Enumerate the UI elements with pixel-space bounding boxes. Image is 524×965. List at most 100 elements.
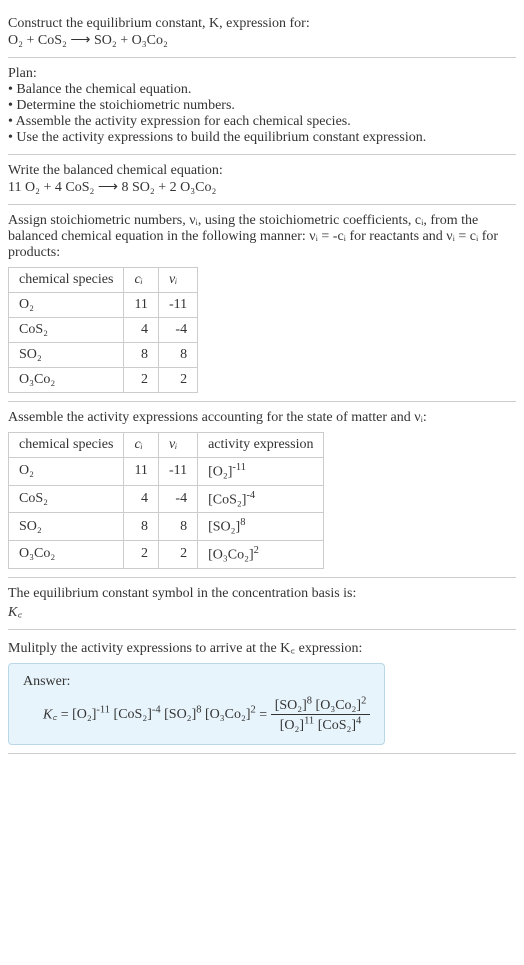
term-sup: 11 [304, 715, 314, 726]
table-row: O₃Co₂ 2 2 [9, 368, 198, 393]
term-sup: 8 [307, 696, 312, 707]
th-species: chemical species [9, 268, 124, 293]
term-base: [O₂] [280, 718, 304, 733]
plan-bullet: • Assemble the activity expression for e… [8, 114, 516, 130]
balanced-section: Write the balanced chemical equation: 11… [8, 155, 516, 205]
cell-expr: [O₃Co₂]2 [198, 540, 324, 568]
th-c-text: cᵢ [134, 437, 142, 452]
th-c-text: cᵢ [134, 272, 142, 287]
term-base: [SO₂] [164, 707, 196, 722]
fraction: [SO₂]8 [O₃Co₂]2 [O₂]11 [CoS₂]4 [271, 696, 371, 734]
activity-section: Assemble the activity expressions accoun… [8, 402, 516, 578]
table-row: SO₂ 8 8 [9, 343, 198, 368]
activity-heading: Assemble the activity expressions accoun… [8, 410, 516, 426]
equals: = [259, 707, 270, 722]
cell-species: SO₂ [9, 513, 124, 541]
stoich-section: Assign stoichiometric numbers, νᵢ, using… [8, 205, 516, 402]
cell-nu: 2 [158, 540, 197, 568]
expr-base: [O₃Co₂] [208, 548, 254, 563]
term-sup: 8 [196, 704, 201, 715]
cell-c: 11 [124, 458, 158, 486]
expr-sup: 8 [240, 517, 245, 528]
cell-c: 4 [124, 318, 158, 343]
balanced-equation: 11 O₂ + 4 CoS₂ ⟶ 8 SO₂ + 2 O₃Co₂ [8, 179, 516, 196]
expr-sup: -11 [232, 462, 246, 473]
cell-c: 8 [124, 513, 158, 541]
cell-species: CoS₂ [9, 485, 124, 513]
cell-c: 4 [124, 485, 158, 513]
th-nu: νᵢ [158, 433, 197, 458]
lhs-term: [SO₂]8 [164, 707, 201, 722]
stoich-table: chemical species cᵢ νᵢ O₂ 11 -11 CoS₂ 4 … [8, 267, 198, 393]
table-row: O₃Co₂ 2 2 [O₃Co₂]2 [9, 540, 324, 568]
th-nu: νᵢ [158, 268, 197, 293]
kc-var: K꜀ [43, 707, 57, 722]
equals: = [61, 707, 72, 722]
kc-symbol-section: The equilibrium constant symbol in the c… [8, 578, 516, 630]
table-row: O₂ 11 -11 [9, 293, 198, 318]
cell-species: O₃Co₂ [9, 368, 124, 393]
cell-nu: -4 [158, 485, 197, 513]
expr-base: [SO₂] [208, 520, 240, 535]
cell-nu: 8 [158, 513, 197, 541]
num-term: [O₃Co₂]2 [316, 698, 367, 713]
cell-expr: [O₂]-11 [198, 458, 324, 486]
term-base: [O₃Co₂] [316, 698, 362, 713]
fraction-denominator: [O₂]11 [CoS₂]4 [271, 715, 371, 734]
fraction-numerator: [SO₂]8 [O₃Co₂]2 [271, 696, 371, 716]
term-base: [CoS₂] [114, 707, 152, 722]
term-sup: -11 [96, 704, 110, 715]
cell-species: O₂ [9, 293, 124, 318]
table-row: CoS₂ 4 -4 [9, 318, 198, 343]
intro-text: Construct the equilibrium constant, K, e… [8, 16, 310, 31]
cell-nu: -4 [158, 318, 197, 343]
plan-bullet-text: Balance the chemical equation. [16, 82, 191, 97]
cell-nu: 2 [158, 368, 197, 393]
cell-c: 8 [124, 343, 158, 368]
cell-c: 2 [124, 540, 158, 568]
th-nu-text: νᵢ [169, 437, 177, 452]
term-base: [SO₂] [275, 698, 307, 713]
expr-base: [CoS₂] [208, 492, 246, 507]
th-c: cᵢ [124, 268, 158, 293]
expr-sup: -4 [246, 490, 255, 501]
kc-line1: The equilibrium constant symbol in the c… [8, 586, 516, 602]
cell-nu: 8 [158, 343, 197, 368]
final-section: Mulitply the activity expressions to arr… [8, 630, 516, 754]
expr-sup: 2 [254, 545, 259, 556]
cell-species: CoS₂ [9, 318, 124, 343]
table-header-row: chemical species cᵢ νᵢ [9, 268, 198, 293]
cell-species: O₃Co₂ [9, 540, 124, 568]
term-sup: 2 [251, 704, 256, 715]
plan-bullet: • Use the activity expressions to build … [8, 130, 516, 146]
table-row: CoS₂ 4 -4 [CoS₂]-4 [9, 485, 324, 513]
num-term: [SO₂]8 [275, 698, 312, 713]
th-c: cᵢ [124, 433, 158, 458]
activity-table: chemical species cᵢ νᵢ activity expressi… [8, 432, 324, 569]
th-species: chemical species [9, 433, 124, 458]
plan-bullet-text: Assemble the activity expression for eac… [16, 114, 351, 129]
cell-expr: [CoS₂]-4 [198, 485, 324, 513]
term-sup: 2 [361, 696, 366, 707]
term-sup: 4 [356, 715, 361, 726]
term-base: [CoS₂] [318, 718, 356, 733]
final-heading: Mulitply the activity expressions to arr… [8, 638, 516, 657]
table-row: O₂ 11 -11 [O₂]-11 [9, 458, 324, 486]
intro-line: Construct the equilibrium constant, K, e… [8, 16, 516, 32]
den-term: [CoS₂]4 [318, 718, 362, 733]
term-sup: -4 [152, 704, 161, 715]
cell-nu: -11 [158, 293, 197, 318]
plan-bullet: • Determine the stoichiometric numbers. [8, 98, 516, 114]
term-base: [O₃Co₂] [205, 707, 251, 722]
cell-nu: -11 [158, 458, 197, 486]
term-base: [O₂] [72, 707, 96, 722]
cell-species: O₂ [9, 458, 124, 486]
intro-section: Construct the equilibrium constant, K, e… [8, 8, 516, 58]
lhs-term: [CoS₂]-4 [114, 707, 161, 722]
stoich-text: Assign stoichiometric numbers, νᵢ, using… [8, 213, 516, 261]
balanced-heading: Write the balanced chemical equation: [8, 163, 516, 179]
cell-species: SO₂ [9, 343, 124, 368]
th-nu-text: νᵢ [169, 272, 177, 287]
answer-label: Answer: [23, 674, 370, 690]
plan-section: Plan: • Balance the chemical equation. •… [8, 58, 516, 155]
